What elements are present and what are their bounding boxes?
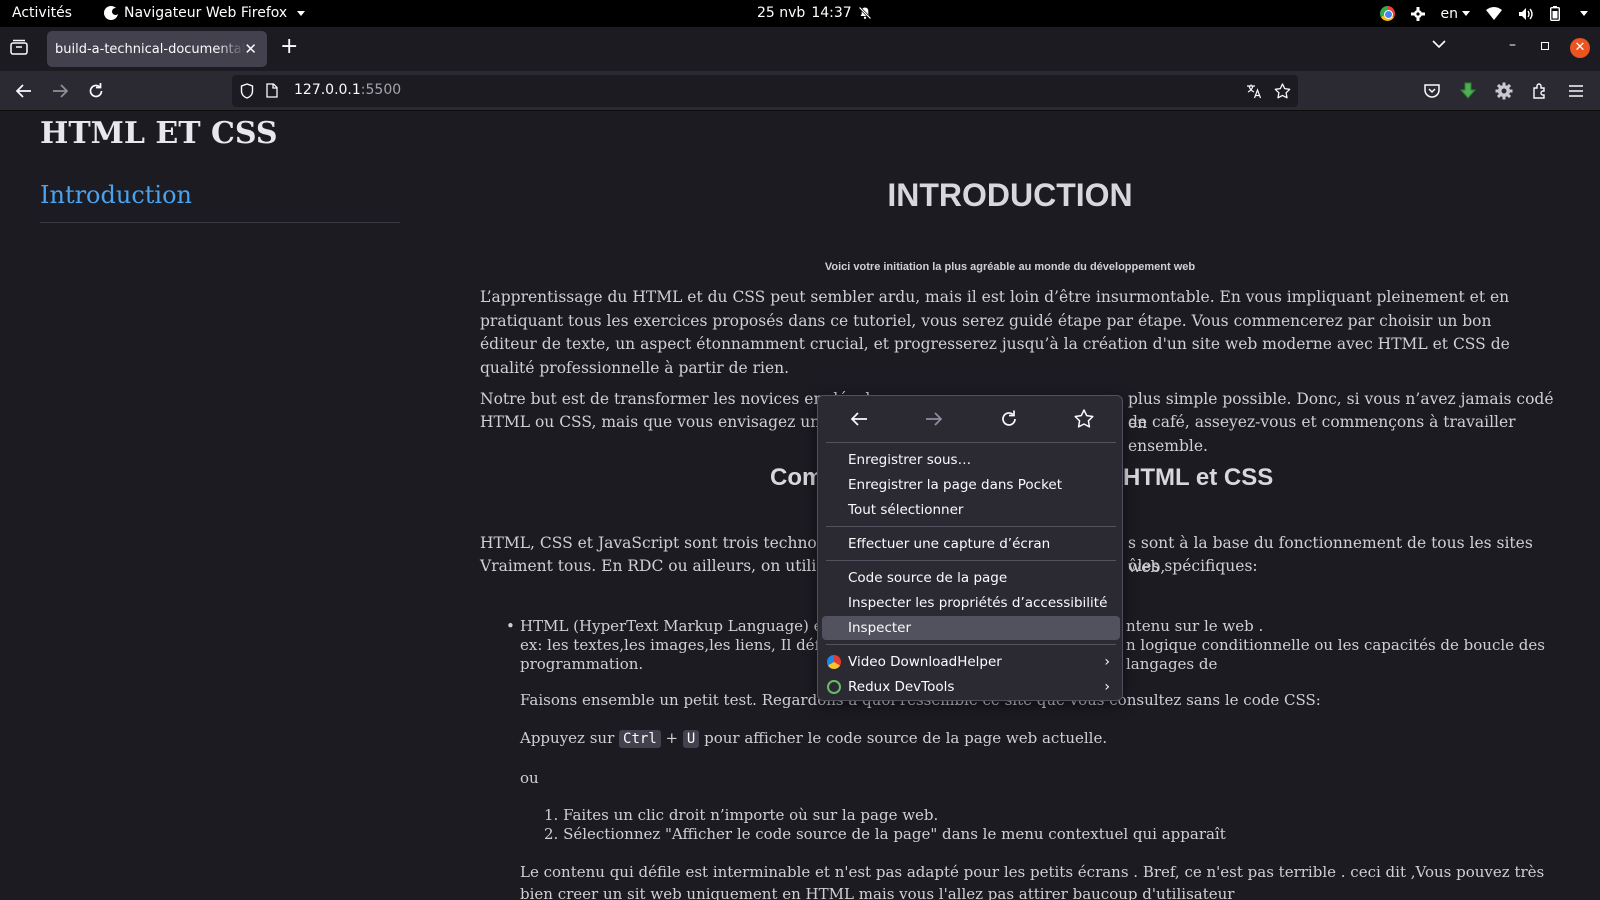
shortcut-prefix: Appuyez sur <box>520 729 615 747</box>
context-back-icon[interactable] <box>848 408 870 430</box>
menu-item-inspect[interactable]: Inspecter <box>822 616 1120 640</box>
context-menu: Enregistrer sous… Enregistrer la page da… <box>817 395 1123 701</box>
paragraph-goal-line2-right: de café, asseyez-vous et commençons à tr… <box>1128 413 1516 455</box>
section-heading-right: HTML et CSS <box>1123 464 1274 491</box>
translate-icon[interactable] <box>1246 83 1262 99</box>
ordered-item-2: 2. Sélectionnez "Afficher le code source… <box>544 825 1226 843</box>
bookmark-star-icon[interactable] <box>1274 83 1291 99</box>
menu-item-inspect-accessibility[interactable]: Inspecter les propriétés d’accessibilité <box>822 591 1120 615</box>
battery-icon[interactable] <box>1550 6 1560 21</box>
activities-button[interactable]: Activités <box>12 5 72 21</box>
page-icon[interactable] <box>266 83 278 98</box>
menu-item-redux-devtools-label: Redux DevTools <box>848 679 955 695</box>
menu-separator <box>826 526 1116 527</box>
menu-item-save-to-pocket[interactable]: Enregistrer la page dans Pocket <box>822 473 1120 497</box>
submenu-arrow-icon: › <box>1104 654 1110 670</box>
system-top-bar: Activités Navigateur Web Firefox 25 nvb … <box>0 0 1600 27</box>
close-window-button[interactable]: ✕ <box>1570 38 1590 58</box>
context-bookmark-icon[interactable] <box>1073 408 1095 430</box>
system-menu-chevron-icon[interactable] <box>1580 11 1588 16</box>
firefox-icon <box>104 6 119 20</box>
network-settings-icon[interactable] <box>1410 6 1425 21</box>
paragraph-intro: L’apprentissage du HTML et du CSS peut s… <box>480 288 1510 377</box>
back-icon[interactable] <box>14 81 34 101</box>
app-menu[interactable]: Navigateur Web Firefox <box>104 5 306 21</box>
page-content: HTML ET CSS Introduction INTRODUCTION Vo… <box>0 111 1600 900</box>
clock[interactable]: 25 nvb 14:37 <box>757 5 872 21</box>
firefox-view-icon[interactable] <box>10 39 28 55</box>
gear-extension-icon[interactable] <box>1494 81 1514 101</box>
shield-icon[interactable] <box>240 83 254 99</box>
context-reload-icon[interactable] <box>998 408 1020 430</box>
app-menu-label: Navigateur Web Firefox <box>124 5 288 21</box>
language-indicator[interactable]: en <box>1440 5 1470 22</box>
list-bullet: • <box>506 617 515 635</box>
language-label: en <box>1440 5 1459 22</box>
new-tab-button[interactable]: + <box>280 36 298 58</box>
list-item-html-line1-right: ntenu sur le web . <box>1126 617 1264 635</box>
notifications-off-icon <box>858 6 872 20</box>
close-tab-icon[interactable]: ✕ <box>244 40 257 58</box>
paragraph-tech-line2-right: ôles spécifiques: <box>1128 557 1258 575</box>
context-forward-icon[interactable] <box>923 408 945 430</box>
forward-icon[interactable] <box>50 81 70 101</box>
nav-link-introduction[interactable]: Introduction <box>40 181 192 209</box>
clock-date: 25 nvb <box>757 5 806 21</box>
paragraph-shortcut: Appuyez sur Ctrl + U pour afficher le co… <box>520 729 1550 749</box>
menu-item-save-as[interactable]: Enregistrer sous… <box>822 448 1120 472</box>
menu-separator <box>826 442 1116 443</box>
submenu-arrow-icon: › <box>1104 679 1110 695</box>
hamburger-menu-icon[interactable] <box>1566 81 1586 101</box>
key-u: U <box>682 730 700 748</box>
context-menu-navigation <box>818 396 1124 442</box>
chevron-down-icon <box>1462 11 1470 16</box>
menu-item-redux-devtools[interactable]: Redux DevTools › <box>822 675 1120 699</box>
download-extension-icon[interactable] <box>1458 81 1478 101</box>
tab-active[interactable]: build-a-technical-documentation-page ✕ <box>47 31 267 67</box>
main-title: INTRODUCTION <box>887 177 1133 213</box>
chrome-icon[interactable] <box>1379 6 1395 21</box>
clock-time: 14:37 <box>811 5 852 21</box>
tab-strip: build-a-technical-documentation-page ✕ +… <box>0 27 1600 71</box>
redux-devtools-icon <box>827 680 841 694</box>
key-ctrl: Ctrl <box>619 730 661 748</box>
section-heading-left: Com <box>770 464 824 491</box>
menu-separator <box>826 560 1116 561</box>
volume-icon[interactable] <box>1518 7 1534 21</box>
menu-separator <box>826 644 1116 645</box>
paragraph-last: Le contenu qui défile est interminable e… <box>520 863 1545 900</box>
menu-item-view-source[interactable]: Code source de la page <box>822 566 1120 590</box>
chevron-down-icon <box>297 10 306 16</box>
menu-item-video-downloadhelper[interactable]: Video DownloadHelper › <box>822 650 1120 674</box>
video-downloadhelper-icon <box>827 655 841 669</box>
url-host: 127.0.0.1 <box>294 82 361 98</box>
ordered-item-1: 1. Faites un clic droit n’importe où sur… <box>544 806 939 824</box>
menu-item-video-downloadhelper-label: Video DownloadHelper <box>848 654 1002 670</box>
url-text: 127.0.0.1:5500 <box>294 82 401 98</box>
site-title: HTML ET CSS <box>40 116 278 151</box>
paragraph-or: ou <box>520 769 539 787</box>
key-plus: + <box>665 729 679 747</box>
list-all-tabs-icon[interactable] <box>1432 39 1446 49</box>
minimize-button[interactable]: – <box>1509 37 1516 53</box>
url-port: :5500 <box>360 82 402 98</box>
menu-item-select-all[interactable]: Tout sélectionner <box>822 498 1120 522</box>
wifi-icon[interactable] <box>1486 7 1502 20</box>
navigation-toolbar: 127.0.0.1:5500 <box>0 71 1600 111</box>
shortcut-suffix: pour afficher le code source de la page … <box>704 729 1108 747</box>
tab-title: build-a-technical-documentation-page <box>55 41 245 57</box>
maximize-button[interactable] <box>1541 42 1549 50</box>
menu-item-screenshot[interactable]: Effectuer une capture d’écran <box>822 532 1120 556</box>
subtitle: Voici votre initiation la plus agréable … <box>824 261 1196 273</box>
url-bar[interactable]: 127.0.0.1:5500 <box>232 75 1298 107</box>
reload-icon[interactable] <box>86 81 106 101</box>
pocket-icon[interactable] <box>1422 81 1442 101</box>
nav-divider <box>40 222 400 223</box>
extensions-puzzle-icon[interactable] <box>1530 81 1550 101</box>
